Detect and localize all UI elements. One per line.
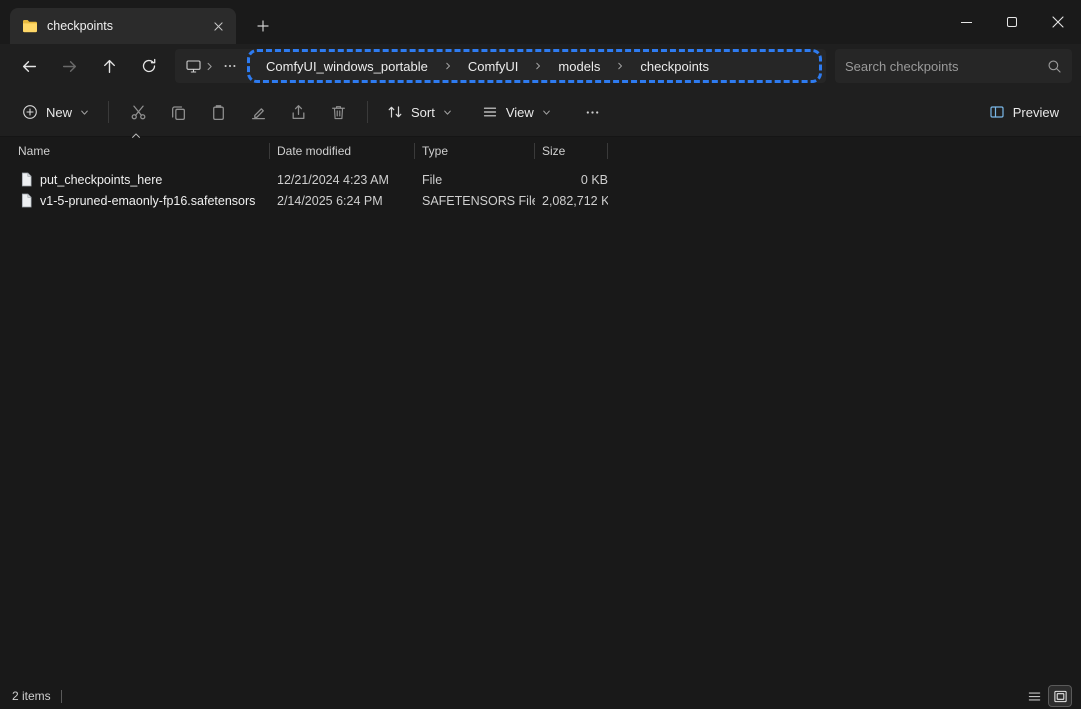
- window-controls: [943, 0, 1081, 44]
- view-button[interactable]: View: [472, 95, 561, 129]
- sort-ascending-indicator-icon: [131, 132, 141, 139]
- file-rows: put_checkpoints_here 12/21/2024 4:23 AM …: [0, 169, 1081, 211]
- new-tab-button[interactable]: [250, 13, 276, 39]
- column-header-name[interactable]: Name: [18, 141, 270, 161]
- status-bar: 2 items: [0, 683, 1081, 709]
- address-overflow-button[interactable]: [217, 53, 243, 79]
- breadcrumb: ComfyUI_windows_portable ComfyUI models …: [247, 49, 822, 83]
- view-toggles: [1023, 686, 1071, 706]
- file-size: 0 KB: [535, 173, 608, 187]
- file-date-modified: 12/21/2024 4:23 AM: [270, 173, 415, 187]
- column-header-date-modified[interactable]: Date modified: [270, 141, 415, 161]
- titlebar: checkpoints: [0, 0, 1081, 44]
- up-button[interactable]: [89, 48, 129, 84]
- toolbar-separator: [367, 101, 368, 123]
- chevron-down-icon: [443, 108, 452, 117]
- close-button[interactable]: [1035, 0, 1081, 44]
- preview-pane-icon: [989, 104, 1005, 120]
- view-button-label: View: [506, 105, 534, 120]
- file-type: SAFETENSORS File: [415, 194, 535, 208]
- file-row[interactable]: v1-5-pruned-emaonly-fp16.safetensors 2/1…: [0, 190, 1081, 211]
- sort-icon: [387, 104, 403, 120]
- copy-button[interactable]: [158, 95, 198, 129]
- sort-button[interactable]: Sort: [377, 95, 462, 129]
- statusbar-divider: [61, 690, 62, 703]
- breadcrumb-segment[interactable]: ComfyUI: [468, 59, 519, 74]
- file-size: 2,082,712 KB: [535, 194, 608, 208]
- file-type: File: [415, 173, 535, 187]
- new-button-label: New: [46, 105, 72, 120]
- delete-button[interactable]: [318, 95, 358, 129]
- toolbar-separator: [108, 101, 109, 123]
- thumbnail-view-toggle-icon[interactable]: [1049, 686, 1071, 706]
- details-view-toggle-icon[interactable]: [1023, 686, 1045, 706]
- column-headers: Name Date modified Type Size: [0, 138, 1081, 164]
- file-icon: [20, 193, 33, 208]
- breadcrumb-segment[interactable]: ComfyUI_windows_portable: [266, 59, 428, 74]
- breadcrumb-segment[interactable]: checkpoints: [640, 59, 709, 74]
- command-toolbar: New Sort: [0, 88, 1081, 137]
- back-button[interactable]: [9, 48, 49, 84]
- plus-circle-icon: [22, 104, 38, 120]
- tab-title: checkpoints: [47, 19, 113, 33]
- maximize-button[interactable]: [989, 0, 1035, 44]
- search-icon[interactable]: [1047, 59, 1062, 74]
- more-options-button[interactable]: [573, 95, 613, 129]
- chevron-down-icon: [542, 108, 551, 117]
- cut-button[interactable]: [118, 95, 158, 129]
- address-bar[interactable]: ComfyUI_windows_portable ComfyUI models …: [175, 49, 826, 83]
- search-input[interactable]: [845, 59, 1047, 74]
- chevron-right-icon: [444, 62, 452, 70]
- rename-button[interactable]: [238, 95, 278, 129]
- chevron-right-icon: [205, 62, 214, 71]
- file-icon: [20, 172, 33, 187]
- file-list-pane: Name Date modified Type Size put_checkpo…: [0, 138, 1081, 683]
- breadcrumb-segment[interactable]: models: [558, 59, 600, 74]
- paste-button[interactable]: [198, 95, 238, 129]
- column-header-type[interactable]: Type: [415, 141, 535, 161]
- items-count: 2 items: [12, 689, 51, 703]
- share-button[interactable]: [278, 95, 318, 129]
- folder-icon: [22, 19, 38, 33]
- sort-button-label: Sort: [411, 105, 435, 120]
- search-box: [835, 49, 1072, 83]
- column-header-size[interactable]: Size: [535, 141, 608, 161]
- refresh-button[interactable]: [129, 48, 169, 84]
- file-name: v1-5-pruned-emaonly-fp16.safetensors: [40, 194, 255, 208]
- chevron-right-icon: [534, 62, 542, 70]
- preview-button[interactable]: Preview: [979, 95, 1069, 129]
- file-name: put_checkpoints_here: [40, 173, 162, 187]
- file-row[interactable]: put_checkpoints_here 12/21/2024 4:23 AM …: [0, 169, 1081, 190]
- chevron-down-icon: [80, 108, 89, 117]
- minimize-button[interactable]: [943, 0, 989, 44]
- preview-button-label: Preview: [1013, 105, 1059, 120]
- view-icon: [482, 104, 498, 120]
- tab-checkpoints[interactable]: checkpoints: [10, 8, 236, 44]
- forward-button[interactable]: [49, 48, 89, 84]
- file-explorer-window: checkpoints: [0, 0, 1081, 709]
- chevron-right-icon: [616, 62, 624, 70]
- this-pc-icon: [185, 58, 202, 74]
- navigation-bar: ComfyUI_windows_portable ComfyUI models …: [0, 44, 1081, 88]
- tab-close-icon[interactable]: [208, 16, 228, 36]
- new-button[interactable]: New: [12, 95, 99, 129]
- file-date-modified: 2/14/2025 6:24 PM: [270, 194, 415, 208]
